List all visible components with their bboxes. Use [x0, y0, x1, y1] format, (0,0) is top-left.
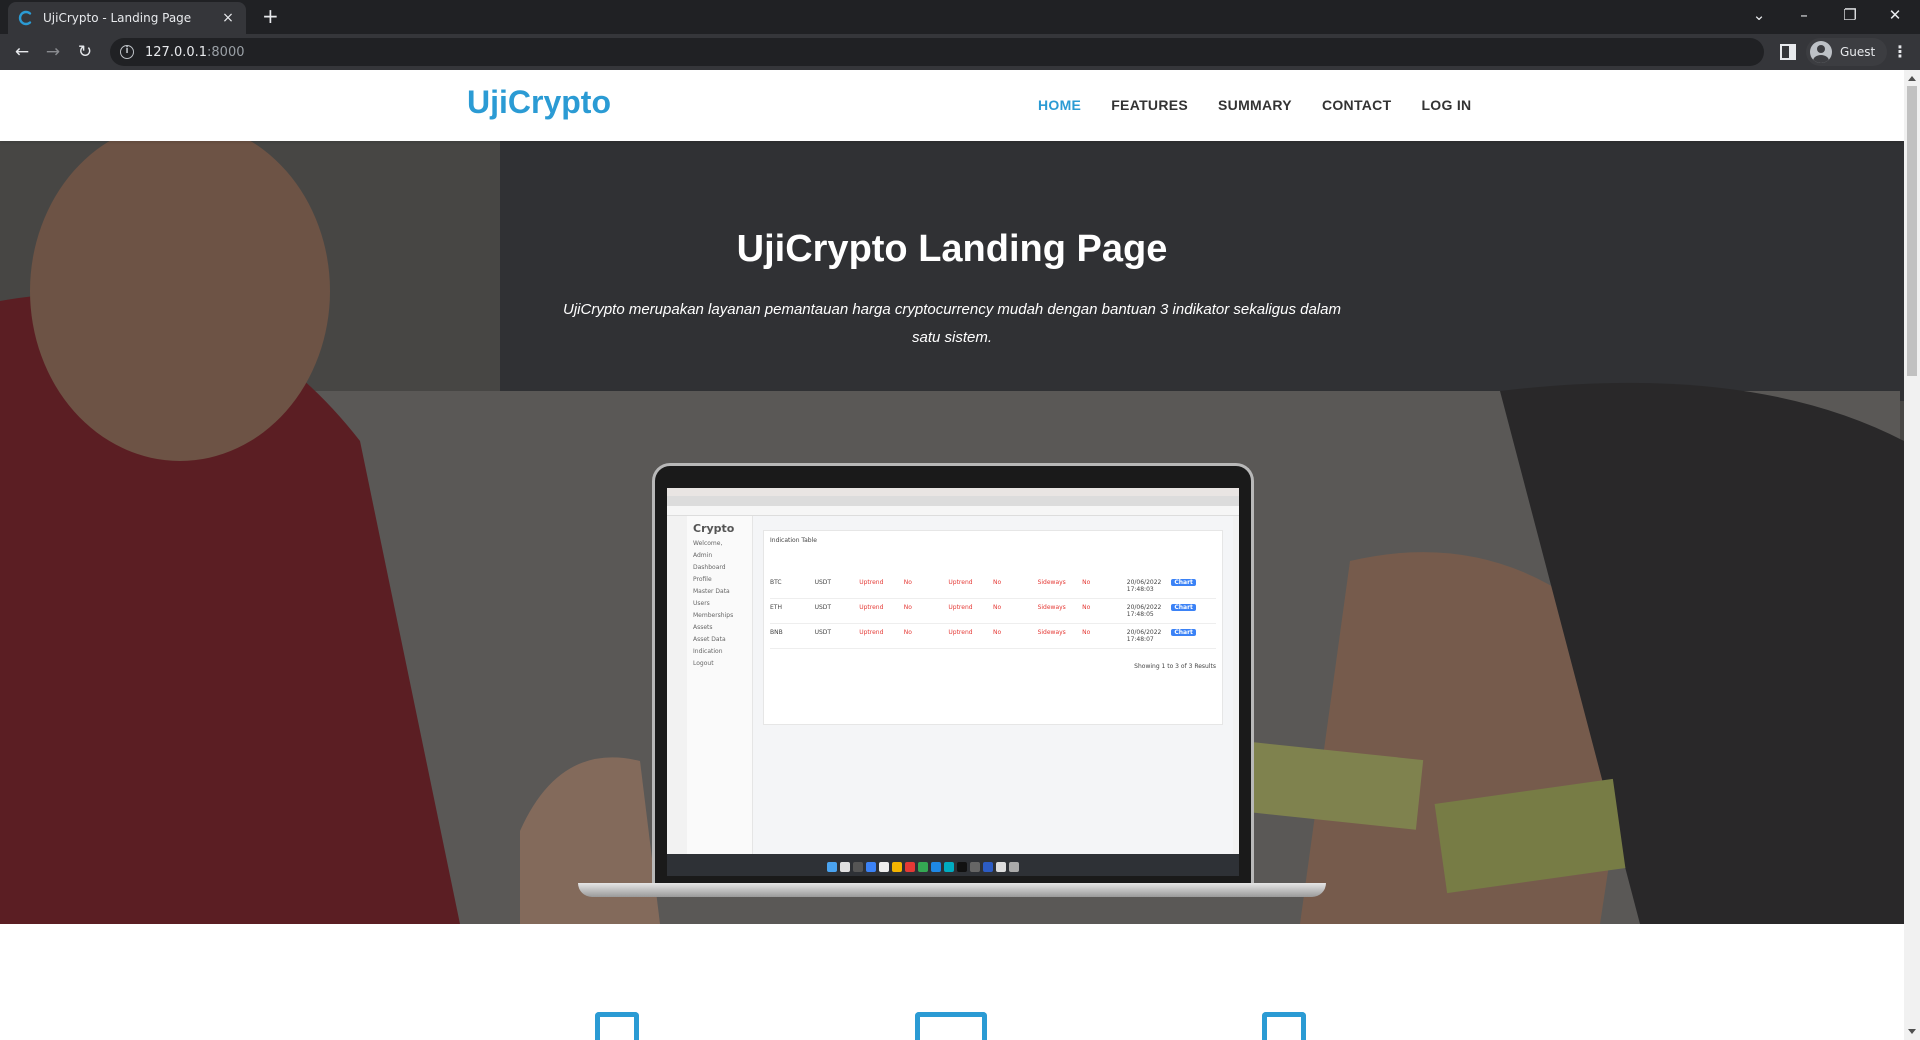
table-title: Indication Table — [770, 537, 817, 544]
cell: USDT — [814, 579, 832, 586]
sidebar-text: Dashboard — [693, 564, 726, 571]
chart-button: Chart — [1171, 604, 1196, 611]
cell: Uptrend — [948, 579, 973, 586]
scrollbar-thumb[interactable] — [1907, 86, 1917, 376]
sidebar-text: Memberships — [693, 612, 734, 619]
cell: No — [903, 604, 912, 611]
cell: 20/06/2022 17:48:07 — [1126, 629, 1162, 643]
ujicrypto-favicon-icon — [18, 10, 32, 26]
nav-home[interactable]: HOME — [1038, 97, 1081, 113]
cell: Uptrend — [859, 579, 884, 586]
hero-section: UjiCrypto Landing Page UjiCrypto merupak… — [0, 141, 1904, 924]
nav-summary[interactable]: SUMMARY — [1218, 97, 1292, 113]
site-navbar: UjiCrypto HOME FEATURES SUMMARY CONTACT … — [0, 70, 1904, 141]
indication-table-card: Indication Table BTC USDT Uptrend No Upt… — [763, 530, 1223, 725]
browser-titlebar: UjiCrypto - Landing Page × + ⌄ – ❐ ✕ — [0, 0, 1920, 34]
sidebar-text: Assets — [693, 624, 713, 631]
reload-button[interactable]: ↻ — [75, 42, 95, 62]
back-button[interactable]: ← — [12, 42, 32, 62]
sidebar-text: Profile — [693, 576, 712, 583]
cell: Uptrend — [859, 604, 884, 611]
site-brand[interactable]: UjiCrypto — [467, 84, 611, 121]
cell: 20/06/2022 17:48:03 — [1126, 579, 1162, 593]
cell: Uptrend — [948, 629, 973, 636]
feature-tablet-icon — [1262, 1012, 1306, 1040]
app-screenshot: Crypto Welcome, Admin Dashboard Profile … — [687, 516, 1233, 854]
cell: USDT — [814, 604, 832, 611]
cell: No — [903, 579, 912, 586]
cell: 20/06/2022 17:48:05 — [1126, 604, 1162, 618]
side-panel-icon[interactable] — [1780, 44, 1796, 60]
browser-menu-icon[interactable]: ⋮ — [1892, 42, 1908, 62]
table-row: ETH USDT Uptrend No Uptrend No Sideways … — [770, 599, 1216, 624]
cell: No — [992, 604, 1002, 611]
page-viewport: UjiCrypto HOME FEATURES SUMMARY CONTACT … — [0, 70, 1904, 1040]
cell: Uptrend — [948, 604, 973, 611]
macos-dock — [667, 854, 1239, 876]
nav-login[interactable]: LOG IN — [1421, 97, 1471, 113]
cell: No — [992, 629, 1002, 636]
chart-button: Chart — [1171, 579, 1196, 586]
window-close-button[interactable]: ✕ — [1885, 6, 1905, 24]
sidebar-text: Asset Data — [693, 636, 726, 643]
cell: No — [1082, 604, 1091, 611]
address-bar[interactable]: i 127.0.0.1 :8000 — [110, 38, 1764, 66]
sidebar-text: Users — [693, 600, 710, 607]
site-info-icon[interactable]: i — [120, 45, 134, 59]
sidebar-text: Logout — [693, 660, 714, 667]
cell: Sideways — [1037, 604, 1066, 611]
profile-name: Guest — [1840, 45, 1876, 59]
nav-contact[interactable]: CONTACT — [1322, 97, 1392, 113]
forward-button[interactable]: → — [43, 42, 63, 62]
cell: Uptrend — [859, 629, 884, 636]
new-tab-button[interactable]: + — [262, 6, 279, 26]
cell: No — [1082, 579, 1091, 586]
cell: BNB — [770, 629, 783, 636]
browser-tab[interactable]: UjiCrypto - Landing Page × — [8, 2, 246, 34]
sidebar-text: Master Data — [693, 588, 730, 595]
cell: BTC — [770, 579, 782, 586]
profile-button[interactable]: Guest — [1806, 38, 1888, 66]
nav-menu: HOME FEATURES SUMMARY CONTACT LOG IN — [1038, 97, 1501, 113]
laptop-mockup: Crypto Welcome, Admin Dashboard Profile … — [578, 463, 1326, 897]
hero-title: UjiCrypto Landing Page — [736, 228, 1168, 270]
scroll-up-arrow-icon[interactable] — [1908, 76, 1916, 81]
cell: ETH — [770, 604, 782, 611]
table-footer: Showing 1 to 3 of 3 Results — [1134, 663, 1216, 670]
minimize-button[interactable]: – — [1794, 6, 1814, 24]
feature-monitor-icon — [915, 1012, 987, 1040]
url-port: :8000 — [207, 44, 245, 60]
sidebar-text: Admin — [693, 552, 713, 559]
cell: No — [992, 579, 1002, 586]
cell: Sideways — [1037, 629, 1066, 636]
cell: USDT — [814, 629, 832, 636]
guest-avatar-icon — [1810, 41, 1832, 63]
sidebar-text: Welcome, — [693, 540, 723, 547]
tab-search-icon[interactable]: ⌄ — [1749, 6, 1769, 24]
restore-button[interactable]: ❐ — [1840, 6, 1860, 24]
table-row: BTC USDT Uptrend No Uptrend No Sideways … — [770, 574, 1216, 599]
feature-device-icon — [595, 1012, 639, 1040]
app-main: Indication Table BTC USDT Uptrend No Upt… — [753, 516, 1233, 854]
scroll-down-arrow-icon[interactable] — [1908, 1029, 1916, 1034]
chart-button: Chart — [1171, 629, 1196, 636]
laptop-lid: Crypto Welcome, Admin Dashboard Profile … — [652, 463, 1254, 883]
sidebar-text: Indication — [693, 648, 723, 655]
cell: No — [1082, 629, 1091, 636]
tab-title: UjiCrypto - Landing Page — [43, 11, 192, 25]
cell: Sideways — [1037, 579, 1066, 586]
url-host: 127.0.0.1 — [145, 44, 208, 60]
nav-features[interactable]: FEATURES — [1111, 97, 1188, 113]
laptop-base — [578, 883, 1326, 897]
table-row: BNB USDT Uptrend No Uptrend No Sideways … — [770, 624, 1216, 649]
cell: No — [903, 629, 912, 636]
page-scrollbar[interactable] — [1904, 70, 1920, 1040]
hero-subtitle: UjiCrypto merupakan layanan pemantauan h… — [563, 301, 1341, 346]
laptop-screen: Crypto Welcome, Admin Dashboard Profile … — [667, 488, 1239, 876]
app-sidebar: Crypto Welcome, Admin Dashboard Profile … — [687, 516, 753, 854]
tab-close-icon[interactable]: × — [220, 10, 236, 26]
browser-toolbar: ← → ↻ i 127.0.0.1 :8000 Guest ⋮ — [0, 34, 1920, 70]
app-logo: Crypto — [693, 522, 735, 535]
